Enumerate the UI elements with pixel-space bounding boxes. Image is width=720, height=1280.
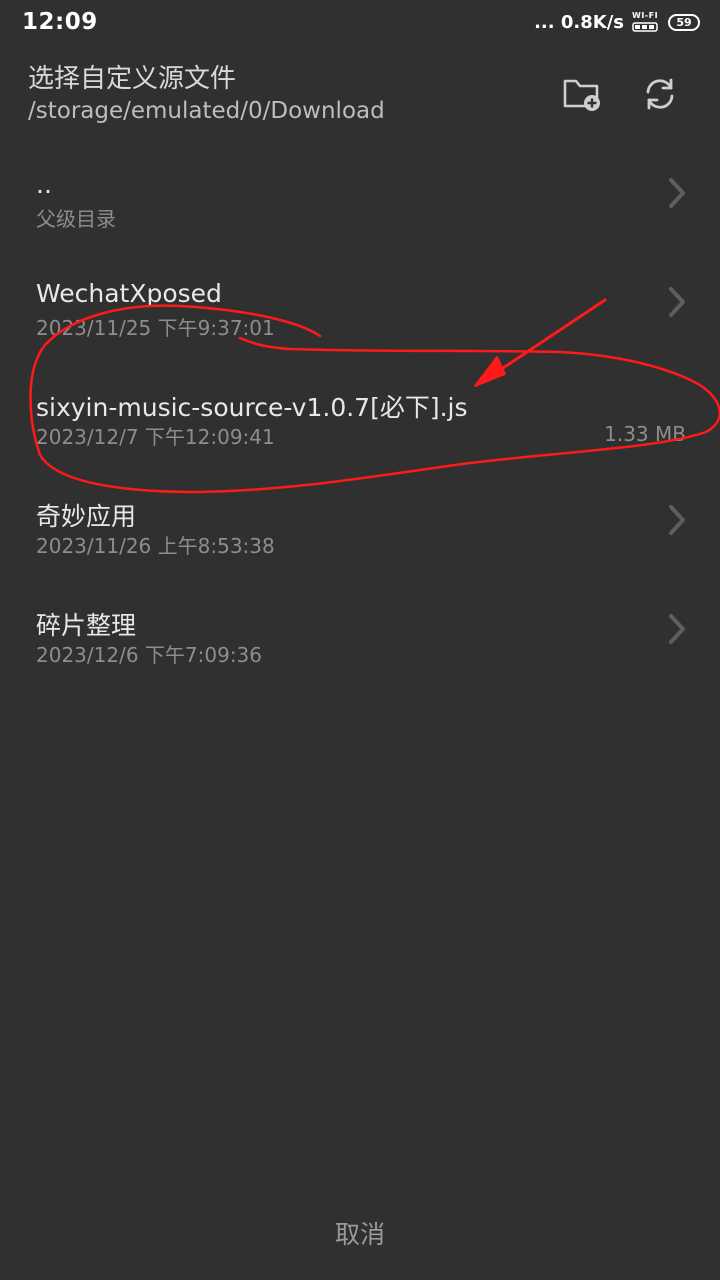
list-item-folder[interactable]: WechatXposed 2023/11/25 下午9:37:01 [0,249,720,358]
dialog-header: 选择自定义源文件 /storage/emulated/0/Download [0,52,720,142]
file-subtitle: 2023/12/7 下午12:09:41 [36,425,275,449]
status-bar: 12:09 ... 0.8K/s WI-FI 59 [0,0,720,44]
file-name: .. [36,170,52,199]
file-name: WechatXposed [36,279,222,308]
status-indicators: ... 0.8K/s WI-FI 59 [534,11,700,33]
chevron-right-icon [669,178,685,208]
current-path: /storage/emulated/0/Download [28,98,385,124]
file-size: 1.33 MB [604,422,686,446]
folder-add-icon [563,79,600,111]
file-subtitle: 2023/12/6 下午7:09:36 [36,643,263,667]
network-speed: ... 0.8K/s [534,11,624,33]
chevron-right-icon [669,287,685,317]
cancel-button[interactable]: 取消 [300,1205,420,1261]
list-item-folder[interactable]: 碎片整理 2023/12/6 下午7:09:36 [0,576,720,685]
file-name: sixyin-music-source-v1.0.7[必下].js [36,393,468,422]
battery-level: 59 [676,15,692,29]
refresh-icon [646,78,674,110]
chevron-right-icon [669,505,685,535]
refresh-button[interactable] [636,70,684,118]
wifi-icon: WI-FI [632,11,660,33]
chevron-right-icon [669,614,685,644]
file-name: 碎片整理 [36,611,137,640]
file-subtitle: 父级目录 [36,207,116,231]
list-item-file[interactable]: sixyin-music-source-v1.0.7[必下].js 2023/1… [0,358,720,467]
list-item-folder[interactable]: 奇妙应用 2023/11/26 上午8:53:38 [0,467,720,576]
list-item-parent-directory[interactable]: .. 父级目录 [0,140,720,249]
file-name: 奇妙应用 [36,502,137,531]
file-list: .. 父级目录 WechatXposed 2023/11/25 下午9:37:0… [0,140,720,685]
file-subtitle: 2023/11/26 上午8:53:38 [36,534,275,558]
battery-icon: 59 [668,13,700,31]
new-folder-button[interactable] [558,70,606,118]
status-time: 12:09 [22,9,98,35]
file-subtitle: 2023/11/25 下午9:37:01 [36,316,275,340]
dialog-title: 选择自定义源文件 [28,64,237,94]
